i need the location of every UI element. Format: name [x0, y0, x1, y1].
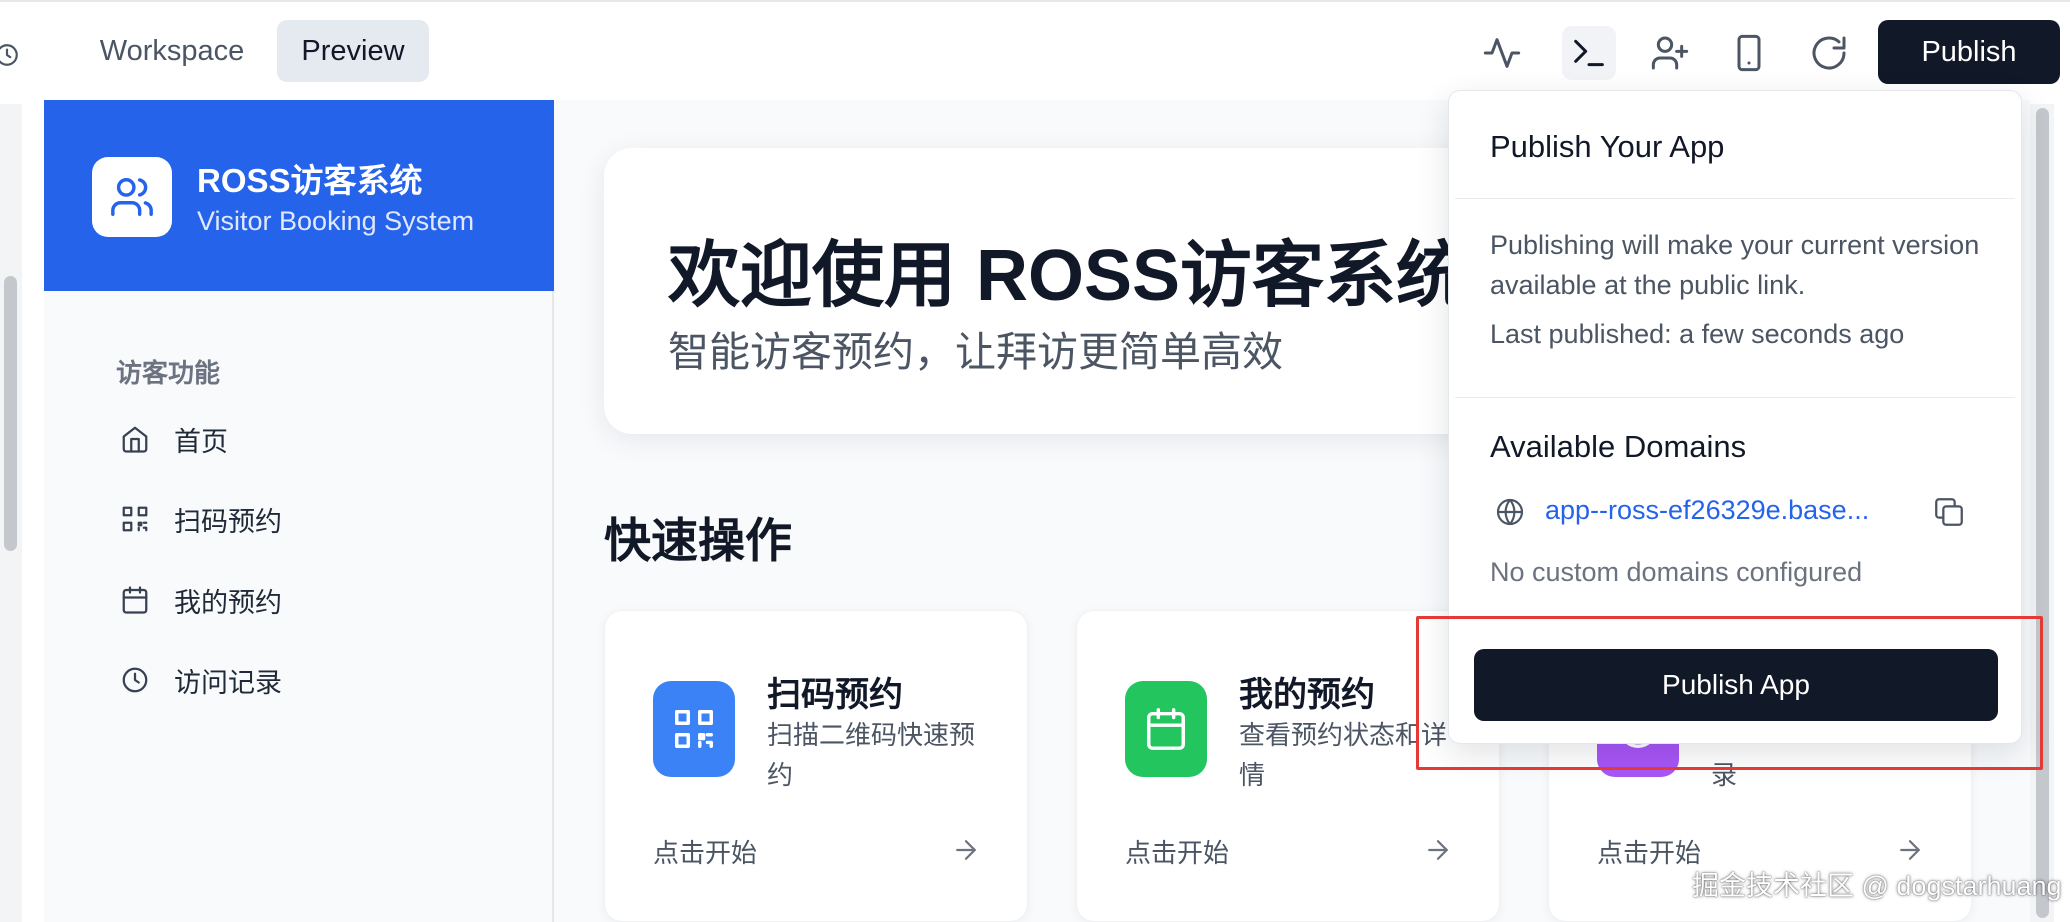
refresh-button[interactable]: [1802, 26, 1856, 80]
qr-code-icon: [675, 710, 713, 748]
card-title: 扫码预约: [767, 676, 903, 714]
action-card-scan[interactable]: 扫码预约 扫描二维码快速预约 点击开始: [604, 610, 1028, 922]
divider: [1455, 198, 2015, 199]
qr-code-icon: [122, 506, 148, 532]
sidebar-item-scan[interactable]: 扫码预约: [116, 489, 516, 549]
activity-icon: [1483, 38, 1521, 68]
brand-logo: [92, 157, 172, 237]
arrow-right-icon: [1900, 840, 1920, 860]
right-scrollbar-thumb[interactable]: [2036, 108, 2049, 918]
arrow-right-icon: [1428, 840, 1448, 860]
history-icon[interactable]: [0, 42, 20, 68]
domains-title: Available Domains: [1490, 429, 1747, 464]
sidebar-item-label: 我的预约: [174, 587, 282, 618]
sidebar-item-home[interactable]: 首页: [116, 409, 516, 469]
sidebar: ROSS访客系统 Visitor Booking System 访客功能 首页 …: [44, 100, 554, 922]
card-icon-box: [653, 681, 735, 777]
tab-preview[interactable]: Preview: [277, 20, 429, 82]
activity-button[interactable]: [1475, 26, 1529, 80]
annotation-highlight-box: [1416, 616, 2043, 770]
mobile-preview-button[interactable]: [1722, 26, 1776, 80]
quick-actions-title: 快速操作: [604, 514, 792, 567]
watermark: 掘金技术社区 @ dogstarhuang: [1692, 871, 2062, 901]
globe-icon: [1496, 498, 1524, 526]
card-icon-box: [1125, 681, 1207, 777]
terminal-button[interactable]: [1562, 26, 1616, 80]
sidebar-item-bookings[interactable]: 我的预约: [116, 570, 516, 630]
sidebar-item-label: 首页: [174, 426, 228, 457]
card-action-label[interactable]: 点击开始: [1597, 833, 1701, 870]
sidebar-item-records[interactable]: 访问记录: [116, 650, 516, 710]
clock-icon: [122, 667, 148, 693]
tab-workspace[interactable]: Workspace: [80, 20, 264, 82]
sidebar-item-label: 扫码预约: [174, 506, 282, 537]
top-bar: Workspace Preview Publish: [0, 0, 2070, 100]
hero-title: 欢迎使用 ROSS访客系统: [668, 236, 1469, 316]
popover-title: Publish Your App: [1490, 129, 1725, 164]
home-icon: [122, 426, 148, 453]
copy-icon[interactable]: [1932, 495, 1966, 529]
arrow-right-icon: [956, 840, 976, 860]
calendar-icon: [1147, 708, 1185, 750]
add-user-icon: [1651, 36, 1689, 70]
right-scrollbar[interactable]: [2030, 104, 2054, 922]
add-user-button[interactable]: [1643, 26, 1697, 80]
sidebar-item-label: 访问记录: [174, 667, 282, 698]
card-action-label[interactable]: 点击开始: [653, 833, 757, 870]
card-title: 我的预约: [1239, 676, 1375, 714]
brand-header: ROSS访客系统 Visitor Booking System: [44, 100, 554, 291]
domain-link[interactable]: app--ross-ef26329e.base...: [1545, 495, 1869, 526]
left-scrollbar[interactable]: [0, 104, 22, 922]
users-icon: [111, 178, 153, 216]
refresh-icon: [1812, 36, 1846, 70]
terminal-icon: [1574, 39, 1604, 67]
card-description: 扫描二维码快速预约: [767, 720, 976, 790]
calendar-icon: [122, 586, 148, 614]
card-action-label[interactable]: 点击开始: [1125, 833, 1229, 870]
publish-button[interactable]: Publish: [1878, 20, 2060, 84]
mobile-icon: [1737, 34, 1761, 72]
left-scrollbar-thumb[interactable]: [4, 276, 17, 551]
section-label: 访客功能: [116, 358, 221, 388]
divider: [1455, 397, 2015, 398]
last-published: Last published: a few seconds ago: [1490, 319, 1905, 349]
brand-subtitle: Visitor Booking System: [197, 206, 475, 236]
no-custom-domains: No custom domains configured: [1490, 557, 1863, 587]
hero-subtitle: 智能访客预约，让拜访更简单高效: [668, 329, 1283, 375]
publish-description: Publishing will make your current versio…: [1490, 230, 1980, 300]
brand-title: ROSS访客系统: [197, 162, 423, 199]
